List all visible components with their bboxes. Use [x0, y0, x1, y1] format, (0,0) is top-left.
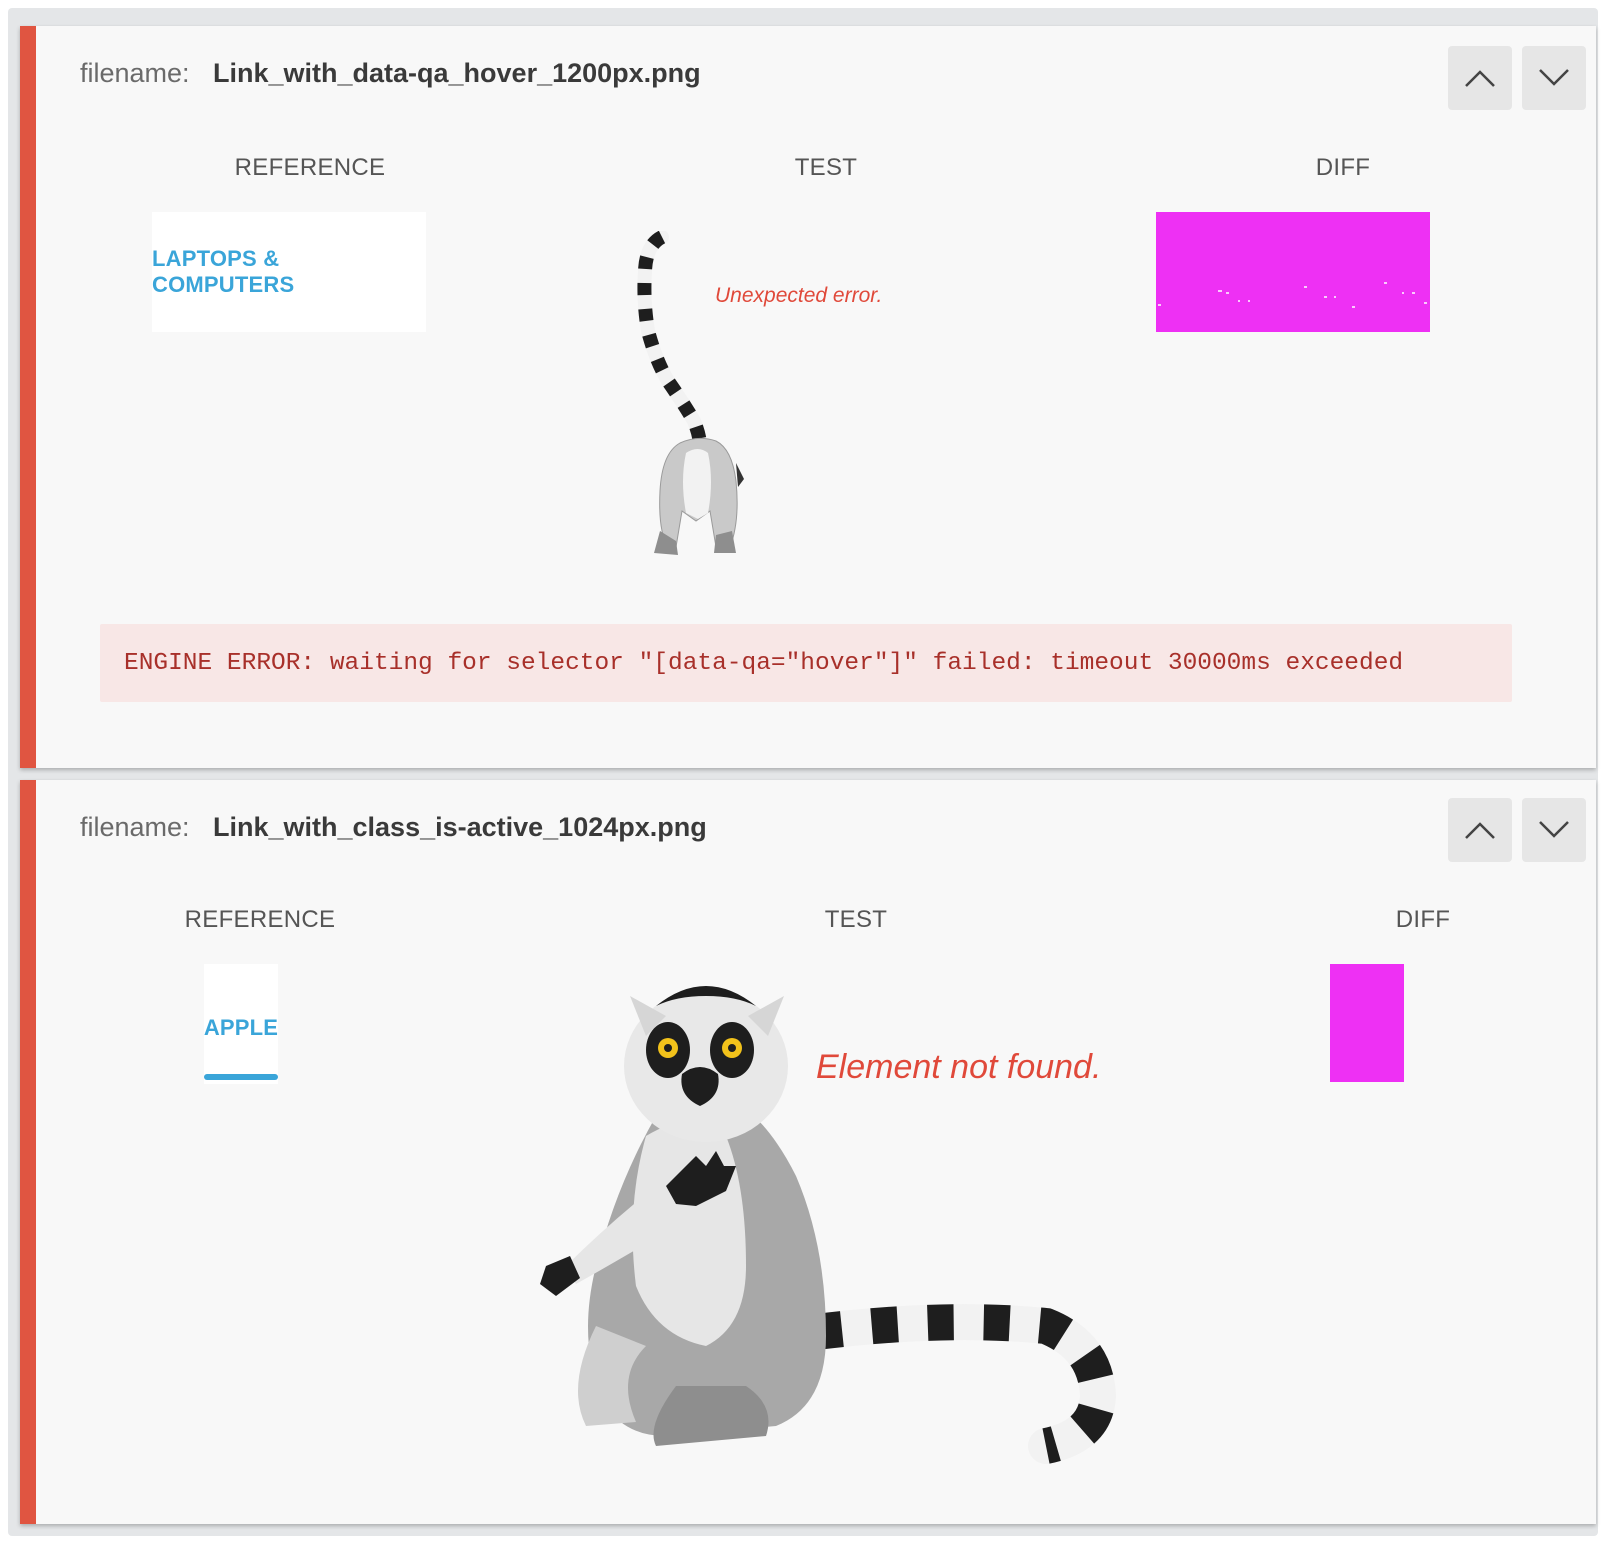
scroll-up-button[interactable] — [1448, 46, 1512, 110]
test-error-message: Element not found. — [816, 1048, 1102, 1086]
reference-column-label: REFERENCE — [184, 906, 336, 933]
chevron-up-icon — [1465, 822, 1495, 839]
status-accent-bar — [20, 780, 36, 1524]
diff-column-label: DIFF — [1315, 154, 1371, 181]
scroll-up-button[interactable] — [1448, 798, 1512, 862]
reference-link-text: APPLE — [203, 1015, 279, 1040]
diff-image[interactable] — [1156, 212, 1430, 332]
scroll-down-button[interactable] — [1522, 798, 1586, 862]
filename-value: Link_with_class_is-active_1024px.png — [213, 812, 707, 842]
test-card: filename: Link_with_class_is-active_1024… — [20, 780, 1596, 1524]
chevron-up-icon — [1465, 70, 1495, 87]
diff-column-label: DIFF — [1395, 906, 1451, 933]
scroll-down-button[interactable] — [1522, 46, 1586, 110]
diff-image[interactable] — [1330, 964, 1404, 1082]
chevron-down-icon — [1539, 821, 1569, 838]
chevron-down-icon — [1539, 69, 1569, 86]
filename-value: Link_with_data-qa_hover_1200px.png — [213, 58, 701, 88]
lemur-back-illustration — [637, 231, 744, 555]
reference-image[interactable]: APPLE — [204, 964, 278, 1084]
diff-speckles — [1158, 282, 1427, 308]
test-card: filename: Link_with_data-qa_hover_1200px… — [20, 26, 1596, 768]
test-column-label: TEST — [824, 906, 888, 933]
reference-link-text: LAPTOPS & COMPUTERS — [152, 246, 295, 297]
lemur-sitting-illustration — [540, 986, 1117, 1464]
reference-column-label: REFERENCE — [234, 154, 386, 181]
filename-label: filename: — [80, 812, 190, 842]
filename-label: filename: — [80, 58, 190, 88]
active-underline — [204, 1074, 278, 1080]
reference-image[interactable]: LAPTOPS & COMPUTERS — [152, 212, 426, 332]
engine-error-box: ENGINE ERROR: waiting for selector "[dat… — [100, 624, 1512, 702]
test-column-label: TEST — [794, 154, 858, 181]
status-accent-bar — [20, 26, 36, 768]
test-error-message: Unexpected error. — [715, 284, 883, 307]
